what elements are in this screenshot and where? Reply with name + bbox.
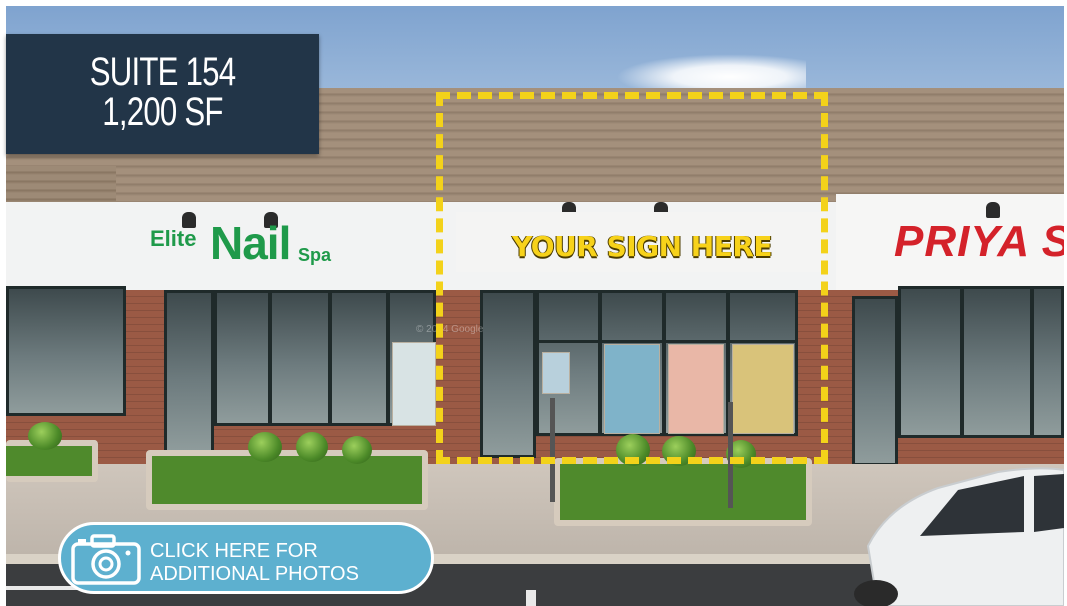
shrub — [342, 436, 372, 464]
suite-info-panel: SUITE 154 1,200 SF — [6, 34, 319, 154]
sign-lamp — [986, 202, 1000, 218]
road-marking — [526, 590, 536, 606]
window-mullion — [1030, 288, 1034, 436]
planter-left — [146, 450, 428, 510]
store-sign-nail: Nail — [210, 217, 291, 269]
photos-label-line1: CLICK HERE FOR — [150, 540, 318, 562]
store-sign-spa: Spa — [298, 245, 332, 265]
window-mullion — [960, 288, 964, 436]
camera-icon — [71, 534, 141, 585]
suite-size: 1,200 SF — [102, 90, 223, 134]
window-mullion — [268, 292, 272, 424]
shrub — [28, 422, 62, 450]
storefront-window — [898, 286, 1064, 438]
shrub — [248, 432, 282, 462]
additional-photos-label[interactable]: CLICK HERE FOR ADDITIONAL PHOTOS — [150, 540, 359, 586]
window-mullion — [386, 292, 390, 424]
parked-car — [854, 467, 1064, 606]
storefront-window — [6, 286, 126, 416]
storefront-door — [852, 296, 898, 466]
shrub — [296, 432, 328, 462]
window-poster — [392, 342, 436, 426]
store-sign-elite: Elite — [150, 226, 197, 251]
window-mullion — [328, 292, 332, 424]
store-sign-priya: PRIYA S — [894, 217, 1064, 266]
cloud — [616, 54, 806, 92]
photos-label-line2: ADDITIONAL PHOTOS — [150, 563, 359, 585]
storefront-door — [164, 290, 214, 454]
suite-highlight-box — [436, 92, 828, 464]
suite-number: SUITE 154 — [89, 50, 236, 94]
planter-center — [554, 458, 812, 526]
